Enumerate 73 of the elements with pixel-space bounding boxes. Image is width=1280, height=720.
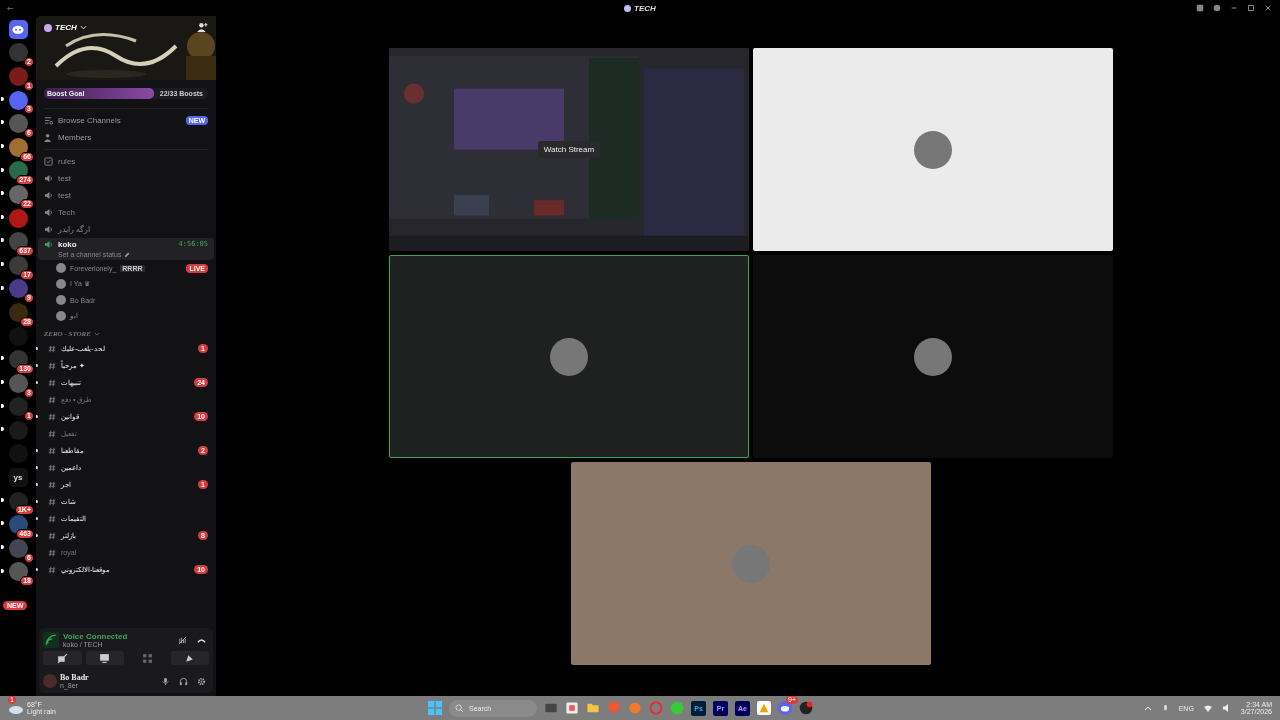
noise-suppression-icon[interactable] xyxy=(178,635,187,645)
hashtag-icon xyxy=(48,361,56,370)
video-tile[interactable] xyxy=(389,255,749,458)
list-icon xyxy=(44,116,53,125)
soundboard-button[interactable] xyxy=(170,651,209,665)
headphones-icon[interactable] xyxy=(179,676,188,686)
window-title: TECH xyxy=(634,3,656,13)
app-icon[interactable] xyxy=(757,701,771,715)
hashtag-icon xyxy=(48,480,56,489)
sidebar-item[interactable]: Members xyxy=(38,129,214,146)
speaker-icon xyxy=(44,240,53,249)
channel-item[interactable]: rules xyxy=(38,153,214,170)
hashtag-icon xyxy=(48,565,56,574)
server-icon[interactable]: ys xyxy=(8,468,28,488)
grid-icon xyxy=(141,652,153,664)
speaker-icon xyxy=(44,174,53,183)
wifi-icon[interactable] xyxy=(1202,703,1213,713)
hashtag-icon xyxy=(48,531,56,540)
task-view-icon[interactable] xyxy=(544,701,558,715)
video-tile[interactable]: Watch Stream xyxy=(389,48,749,251)
server-name[interactable]: TECH xyxy=(55,23,77,32)
hashtag-icon xyxy=(48,344,56,353)
hashtag-icon xyxy=(48,446,56,455)
channel-item[interactable]: test xyxy=(38,187,214,204)
settings-icon[interactable] xyxy=(197,676,206,686)
channel-item[interactable]: test xyxy=(38,170,214,187)
back-arrow-icon[interactable] xyxy=(6,5,14,11)
server-icon[interactable] xyxy=(8,19,28,39)
recorder-icon[interactable] xyxy=(799,701,813,715)
voice-status[interactable]: Voice Connected xyxy=(63,632,171,641)
speaker-icon xyxy=(44,208,53,217)
user-name: Bo Badr xyxy=(60,673,90,682)
hashtag-icon xyxy=(48,378,56,387)
video-tile[interactable] xyxy=(753,48,1113,251)
inbox-icon[interactable] xyxy=(1196,4,1204,12)
participant-avatar xyxy=(914,130,952,169)
hashtag-icon xyxy=(48,395,56,404)
camera-off-icon xyxy=(56,652,68,664)
hashtag-icon xyxy=(48,497,56,506)
microphone-icon[interactable] xyxy=(161,676,170,686)
server-icon xyxy=(624,4,632,12)
hashtag-icon xyxy=(48,429,56,438)
participant-avatar xyxy=(914,337,952,376)
server-icon xyxy=(44,23,52,32)
start-icon[interactable] xyxy=(428,701,442,715)
close-icon[interactable] xyxy=(1264,4,1272,12)
minimize-icon[interactable] xyxy=(1230,4,1238,12)
maximize-icon[interactable] xyxy=(1247,4,1255,12)
screen-share-button[interactable] xyxy=(85,651,124,665)
monitor-icon xyxy=(99,652,111,664)
camera-button[interactable] xyxy=(43,651,82,665)
video-tile[interactable] xyxy=(571,462,931,665)
hashtag-icon xyxy=(48,412,56,421)
hashtag-icon xyxy=(48,514,56,523)
discord-icon[interactable] xyxy=(778,701,792,715)
add-person-icon[interactable] xyxy=(197,22,208,33)
hashtag-icon xyxy=(48,463,56,472)
speaker-icon xyxy=(44,191,53,200)
pencil-icon[interactable] xyxy=(124,251,131,258)
chevron-up-icon[interactable] xyxy=(1143,705,1152,711)
hashtag-icon xyxy=(48,548,56,557)
checklist-icon xyxy=(44,157,53,166)
video-tile[interactable] xyxy=(753,255,1113,458)
folder-icon[interactable] xyxy=(586,701,600,715)
speaker-icon xyxy=(44,225,53,234)
help-icon[interactable] xyxy=(1213,4,1221,12)
people-icon xyxy=(44,133,53,142)
channel-item[interactable]: Tech xyxy=(38,204,214,221)
channel-item[interactable]: ارگه رايدر xyxy=(38,221,214,238)
participant-avatar xyxy=(550,337,588,376)
watch-stream-button[interactable]: Watch Stream xyxy=(537,141,601,158)
store-icon[interactable] xyxy=(565,701,579,715)
search-icon xyxy=(455,703,464,713)
